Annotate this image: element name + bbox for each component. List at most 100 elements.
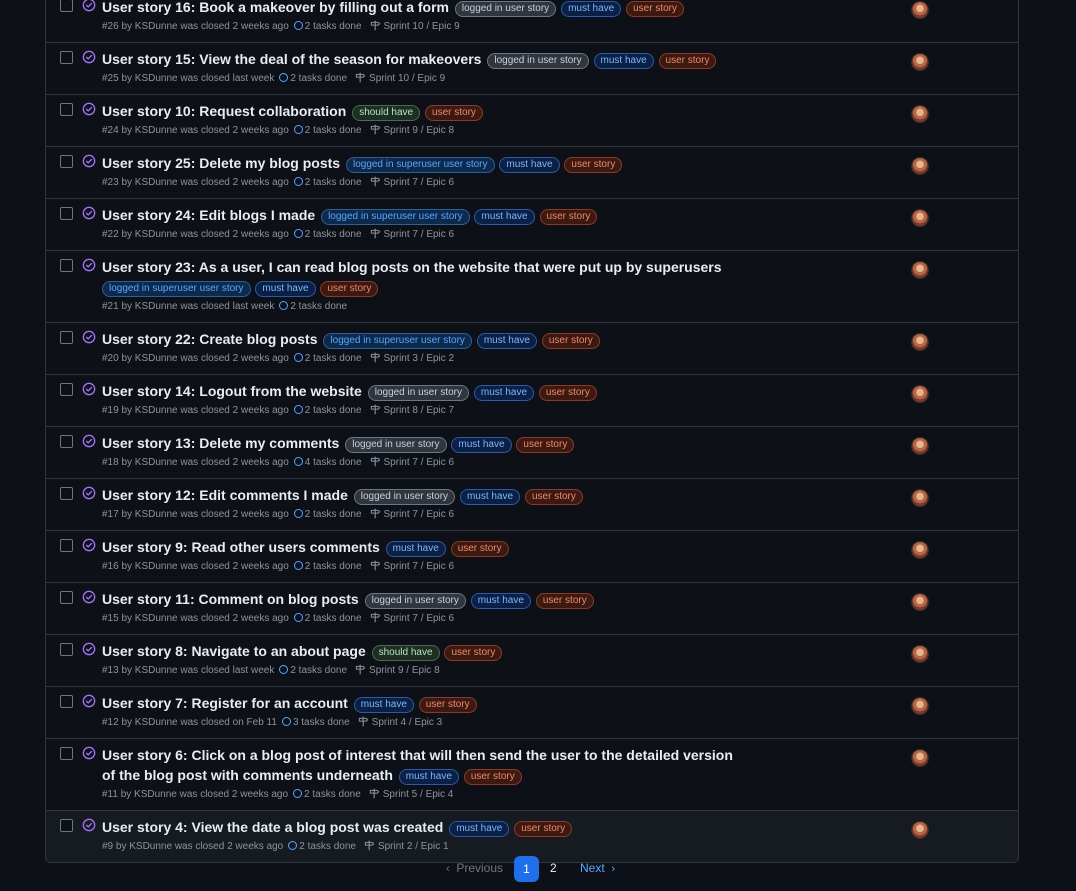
- label-user[interactable]: user story: [524, 489, 583, 505]
- label-logged[interactable]: logged in user story: [367, 385, 469, 401]
- issue-title-link[interactable]: User story 25: Delete my blog posts: [102, 155, 340, 171]
- label-should[interactable]: should have: [371, 645, 440, 661]
- issue-title-link[interactable]: User story 13: Delete my comments: [102, 435, 339, 451]
- issue-checkbox[interactable]: [60, 539, 73, 552]
- avatar[interactable]: [911, 157, 929, 175]
- issue-title-link[interactable]: User story 22: Create blog posts: [102, 331, 318, 347]
- issue-checkbox[interactable]: [60, 695, 73, 708]
- issue-title-link[interactable]: User story 12: Edit comments I made: [102, 487, 348, 503]
- issue-row[interactable]: User story 10: Request collaboration sho…: [46, 94, 1018, 146]
- label-user[interactable]: user story: [564, 157, 623, 173]
- label-should[interactable]: should have: [352, 105, 421, 121]
- avatar[interactable]: [911, 261, 929, 279]
- avatar[interactable]: [911, 105, 929, 123]
- label-super[interactable]: logged in superuser user story: [345, 157, 495, 173]
- issue-row[interactable]: User story 12: Edit comments I made logg…: [46, 478, 1018, 530]
- page-2-button[interactable]: 2: [550, 861, 557, 875]
- milestone[interactable]: Sprint 7 / Epic 6: [362, 560, 454, 572]
- milestone[interactable]: Sprint 3 / Epic 2: [362, 352, 454, 364]
- label-must[interactable]: must have: [470, 593, 531, 609]
- label-must[interactable]: must have: [561, 1, 622, 17]
- page-1-button[interactable]: 1: [514, 856, 539, 882]
- label-must[interactable]: must have: [459, 489, 521, 505]
- avatar[interactable]: [911, 593, 929, 611]
- avatar[interactable]: [911, 749, 929, 767]
- issue-title-link[interactable]: User story 7: Register for an account: [102, 695, 348, 711]
- label-must[interactable]: must have: [473, 385, 535, 401]
- issue-title-link[interactable]: User story 9: Read other users comments: [102, 539, 380, 555]
- label-must[interactable]: must have: [474, 209, 535, 225]
- label-user[interactable]: user story: [538, 385, 597, 401]
- avatar[interactable]: [911, 697, 929, 715]
- issue-row[interactable]: User story 15: View the deal of the seas…: [46, 42, 1018, 94]
- label-logged[interactable]: logged in user story: [364, 593, 466, 609]
- issue-checkbox[interactable]: [60, 819, 73, 832]
- label-must[interactable]: must have: [353, 697, 414, 713]
- label-must[interactable]: must have: [449, 821, 510, 837]
- issue-row[interactable]: User story 24: Edit blogs I made logged …: [46, 198, 1018, 250]
- issue-checkbox[interactable]: [60, 643, 73, 656]
- avatar[interactable]: [911, 489, 929, 507]
- milestone[interactable]: Sprint 7 / Epic 6: [362, 456, 454, 468]
- avatar[interactable]: [911, 333, 929, 351]
- issue-checkbox[interactable]: [60, 155, 73, 168]
- issue-title-link[interactable]: User story 8: Navigate to an about page: [102, 643, 366, 659]
- avatar[interactable]: [911, 209, 929, 227]
- issue-row[interactable]: User story 4: View the date a blog post …: [46, 810, 1018, 862]
- milestone[interactable]: Sprint 7 / Epic 6: [362, 176, 454, 188]
- issue-title-link[interactable]: User story 16: Book a makeover by fillin…: [102, 0, 449, 15]
- label-must[interactable]: must have: [385, 541, 446, 557]
- issue-checkbox[interactable]: [60, 591, 73, 604]
- label-user[interactable]: user story: [320, 281, 379, 297]
- label-must[interactable]: must have: [398, 769, 459, 785]
- issue-checkbox[interactable]: [60, 435, 73, 448]
- milestone[interactable]: Sprint 10 / Epic 9: [362, 20, 460, 32]
- label-user[interactable]: user story: [516, 437, 575, 453]
- label-super[interactable]: logged in superuser user story: [323, 333, 472, 349]
- issue-title-link[interactable]: User story 24: Edit blogs I made: [102, 207, 315, 223]
- issue-row[interactable]: User story 6: Click on a blog post of in…: [46, 738, 1018, 810]
- issue-checkbox[interactable]: [60, 207, 73, 220]
- label-user[interactable]: user story: [626, 1, 684, 17]
- issue-checkbox[interactable]: [60, 51, 73, 64]
- issue-row[interactable]: User story 22: Create blog posts logged …: [46, 322, 1018, 374]
- issue-title-link[interactable]: User story 23: As a user, I can read blo…: [102, 259, 722, 275]
- milestone[interactable]: Sprint 5 / Epic 4: [361, 788, 453, 800]
- milestone[interactable]: Sprint 7 / Epic 6: [362, 612, 454, 624]
- label-user[interactable]: user story: [463, 769, 522, 785]
- label-user[interactable]: user story: [535, 593, 594, 609]
- issue-title-link[interactable]: User story 4: View the date a blog post …: [102, 819, 443, 835]
- issue-checkbox[interactable]: [60, 0, 73, 12]
- avatar[interactable]: [911, 385, 929, 403]
- milestone[interactable]: Sprint 9 / Epic 8: [347, 664, 440, 676]
- issue-row[interactable]: User story 14: Logout from the website l…: [46, 374, 1018, 426]
- issue-title-link[interactable]: User story 11: Comment on blog posts: [102, 591, 359, 607]
- label-must[interactable]: must have: [451, 437, 512, 453]
- label-must[interactable]: must have: [255, 281, 316, 297]
- avatar[interactable]: [911, 437, 929, 455]
- issue-checkbox[interactable]: [60, 383, 73, 396]
- label-user[interactable]: user story: [514, 821, 573, 837]
- issue-row[interactable]: User story 7: Register for an account mu…: [46, 686, 1018, 738]
- issue-row[interactable]: User story 25: Delete my blog posts logg…: [46, 146, 1018, 198]
- avatar[interactable]: [911, 821, 929, 839]
- milestone[interactable]: Sprint 9 / Epic 8: [362, 124, 454, 136]
- issue-checkbox[interactable]: [60, 487, 73, 500]
- milestone[interactable]: Sprint 7 / Epic 6: [362, 228, 454, 240]
- label-logged[interactable]: logged in user story: [353, 489, 456, 505]
- label-logged[interactable]: logged in user story: [487, 53, 589, 69]
- label-user[interactable]: user story: [450, 541, 509, 557]
- issue-checkbox[interactable]: [60, 331, 73, 344]
- avatar[interactable]: [911, 1, 929, 19]
- milestone[interactable]: Sprint 7 / Epic 6: [362, 508, 454, 520]
- issue-row[interactable]: User story 23: As a user, I can read blo…: [46, 250, 1018, 322]
- milestone[interactable]: Sprint 8 / Epic 7: [362, 404, 454, 416]
- avatar[interactable]: [911, 645, 929, 663]
- label-user[interactable]: user story: [541, 333, 600, 349]
- issue-checkbox[interactable]: [60, 259, 73, 272]
- milestone[interactable]: Sprint 10 / Epic 9: [347, 72, 445, 84]
- issue-row[interactable]: User story 9: Read other users comments …: [46, 530, 1018, 582]
- avatar[interactable]: [911, 53, 929, 71]
- label-user[interactable]: user story: [539, 209, 598, 225]
- milestone[interactable]: Sprint 4 / Epic 3: [350, 716, 442, 728]
